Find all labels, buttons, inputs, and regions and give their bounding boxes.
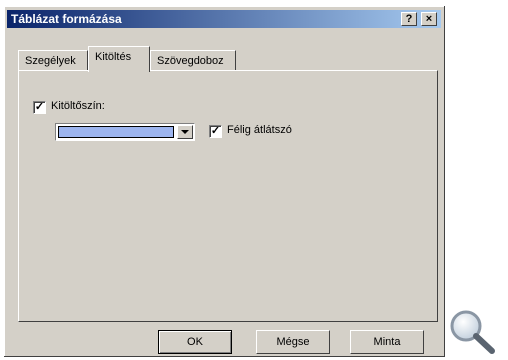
- semi-transparent-checkbox[interactable]: ✓: [209, 125, 222, 138]
- magnifier-icon[interactable]: [446, 308, 498, 356]
- preview-button[interactable]: Minta: [350, 330, 424, 354]
- fill-color-swatch: [58, 126, 174, 138]
- tab-fill[interactable]: Kitöltés: [88, 46, 150, 72]
- fill-color-dropdown[interactable]: [55, 123, 195, 141]
- chevron-down-icon: [181, 130, 189, 134]
- cancel-button[interactable]: Mégse: [256, 330, 330, 354]
- semi-transparent-label: Félig átlátszó: [227, 124, 292, 136]
- title-bar[interactable]: Táblázat formázása ? ×: [7, 10, 441, 28]
- fill-tab-panel: ✓ Kitöltőszín: ✓ Félig átlátszó: [18, 70, 438, 322]
- format-table-dialog: Táblázat formázása ? × Szegélyek Kitölté…: [4, 6, 445, 357]
- close-button[interactable]: ×: [421, 12, 437, 26]
- dropdown-button[interactable]: [177, 125, 193, 139]
- ok-button[interactable]: OK: [158, 330, 232, 354]
- tab-borders[interactable]: Szegélyek: [18, 50, 88, 70]
- fill-color-checkbox[interactable]: ✓: [33, 101, 46, 114]
- dialog-title: Táblázat formázása: [11, 12, 122, 26]
- help-button[interactable]: ?: [401, 12, 417, 26]
- tab-textbox[interactable]: Szövegdoboz: [150, 50, 236, 70]
- fill-color-label: Kitöltőszín:: [51, 100, 105, 112]
